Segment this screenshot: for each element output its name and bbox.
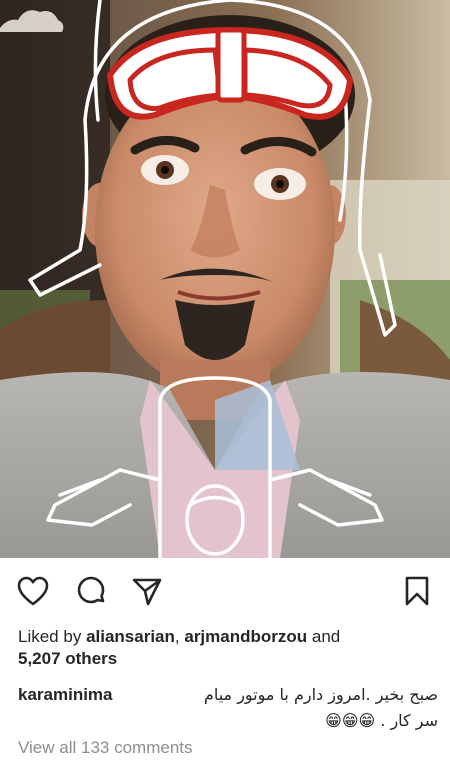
likes-summary: Liked by aliansarian, arjmandborzou and … bbox=[18, 626, 438, 670]
post-action-bar bbox=[0, 558, 450, 622]
others-count-link[interactable]: 5,207 others bbox=[18, 649, 117, 668]
like-button[interactable] bbox=[16, 574, 50, 608]
liked-user-link[interactable]: aliansarian bbox=[86, 627, 175, 646]
caption-username[interactable]: karaminima bbox=[18, 685, 113, 704]
liked-and: and bbox=[311, 627, 341, 646]
heart-icon bbox=[17, 576, 49, 606]
caption-emoji: 😁😁😁 bbox=[325, 711, 376, 730]
paper-plane-icon bbox=[131, 575, 163, 607]
comment-button[interactable] bbox=[74, 574, 108, 608]
share-button[interactable] bbox=[130, 574, 164, 608]
post-photo[interactable] bbox=[0, 0, 450, 558]
liked-separator: , bbox=[174, 627, 180, 646]
comment-bubble-icon bbox=[75, 575, 107, 607]
caption-text: صبح بخیر .امروز دارم با موتور میام سر کا… bbox=[203, 685, 438, 730]
liked-user-link[interactable]: arjmandborzou bbox=[184, 627, 307, 646]
bookmark-icon bbox=[403, 575, 431, 607]
view-all-comments-link[interactable]: View all 133 comments bbox=[18, 738, 193, 758]
save-button[interactable] bbox=[400, 574, 434, 608]
caption-text-line1: صبح بخیر .امروز دارم با موتور میام سر کا… bbox=[178, 682, 438, 734]
liked-by-prefix: Liked by bbox=[18, 627, 82, 646]
post-caption: karaminima صبح بخیر .امروز دارم با موتور… bbox=[18, 682, 438, 730]
